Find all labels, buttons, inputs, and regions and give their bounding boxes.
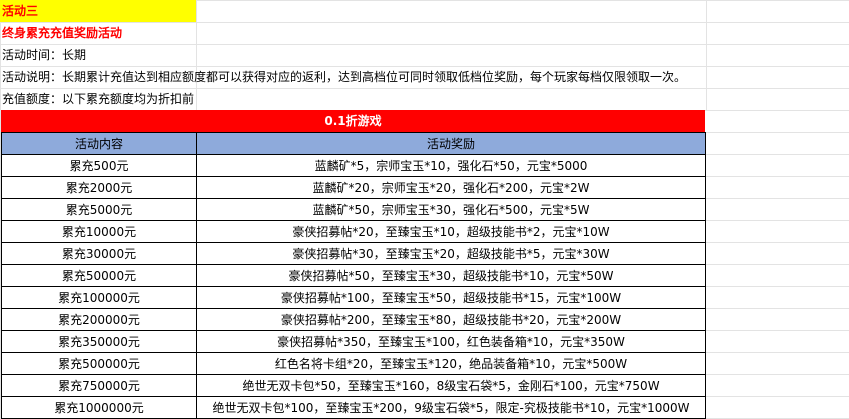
recharge-amount-cell[interactable]: 累充350000元: [1, 330, 197, 353]
reward-cell[interactable]: 豪侠招募帖*50，至臻宝玉*30，超级技能书*10，元宝*50W: [196, 264, 706, 287]
activity-subtitle[interactable]: 终身累充充值奖励活动: [0, 22, 122, 44]
recharge-amount-cell[interactable]: 累充500000元: [1, 352, 197, 375]
reward-cell[interactable]: 豪侠招募帖*350，至臻宝玉*100，红色装备箱*10，元宝*350W: [196, 330, 706, 353]
column-divider: [196, 0, 197, 110]
reward-cell[interactable]: 红色名将卡组*20，至臻宝玉*120，绝品装备箱*10，元宝*500W: [196, 352, 706, 375]
table-row: 累充50000元 豪侠招募帖*50，至臻宝玉*30，超级技能书*10，元宝*50W: [1, 264, 706, 287]
activity-description[interactable]: 活动说明：长期累计充值达到相应额度都可以获得对应的返利，达到高档位可同时领取低档…: [0, 66, 686, 88]
recharge-amount-cell[interactable]: 累充5000元: [1, 198, 197, 221]
reward-cell[interactable]: 豪侠招募帖*20，至臻宝玉*10，超级技能书*2，元宝*10W: [196, 220, 706, 243]
recharge-amount-cell[interactable]: 累充30000元: [1, 242, 197, 265]
table-body: 累充500元 蓝麟矿*5，宗师宝玉*10，强化石*50，元宝*5000 累充2000…: [1, 154, 706, 419]
table-row: 累充500000元 红色名将卡组*20，至臻宝玉*120，绝品装备箱*10，元宝*…: [1, 352, 706, 375]
table-header-row: 活动内容 活动奖励: [1, 132, 706, 155]
reward-cell[interactable]: 绝世无双卡包*100，至臻宝玉*200，9级宝石袋*5，限定-究极技能书*10，…: [196, 396, 706, 419]
reward-cell[interactable]: 蓝麟矿*50，宗师宝玉*30，强化石*500，元宝*5W: [196, 198, 706, 221]
column-divider: [706, 0, 707, 110]
table-row: 累充5000元 蓝麟矿*50，宗师宝玉*30，强化石*500，元宝*5W: [1, 198, 706, 221]
header-reward[interactable]: 活动奖励: [196, 132, 706, 155]
amount-note[interactable]: 充值额度：以下累充额度均为折扣前: [0, 88, 194, 110]
recharge-amount-cell[interactable]: 累充500元: [1, 154, 197, 177]
recharge-amount-cell[interactable]: 累充750000元: [1, 374, 197, 397]
table-row: 累充2000元 蓝麟矿*20，宗师宝玉*20，强化石*200，元宝*2W: [1, 176, 706, 199]
table-row: 累充30000元 豪侠招募帖*30，至臻宝玉*20，超级技能书*5，元宝*30W: [1, 242, 706, 265]
activity-title[interactable]: 活动三: [0, 0, 196, 22]
header-content[interactable]: 活动内容: [1, 132, 197, 155]
recharge-amount-cell[interactable]: 累充50000元: [1, 264, 197, 287]
recharge-amount-cell[interactable]: 累充1000000元: [1, 396, 197, 419]
reward-table: 活动内容 活动奖励 累充500元 蓝麟矿*5，宗师宝玉*10，强化石*50，元宝*…: [1, 132, 706, 419]
table-row: 累充350000元 豪侠招募帖*350，至臻宝玉*100，红色装备箱*10，元宝*…: [1, 330, 706, 353]
recharge-amount-cell[interactable]: 累充100000元: [1, 286, 197, 309]
reward-cell[interactable]: 蓝麟矿*5，宗师宝玉*10，强化石*50，元宝*5000: [196, 154, 706, 177]
reward-cell[interactable]: 绝世无双卡包*50，至臻宝玉*160，8级宝石袋*5，金刚石*100，元宝*75…: [196, 374, 706, 397]
table-row: 累充200000元 豪侠招募帖*200，至臻宝玉*80，超级技能书*20，元宝*2…: [1, 308, 706, 331]
recharge-amount-cell[interactable]: 累充200000元: [1, 308, 197, 331]
reward-cell[interactable]: 蓝麟矿*20，宗师宝玉*20，强化石*200，元宝*2W: [196, 176, 706, 199]
reward-cell[interactable]: 豪侠招募帖*200，至臻宝玉*80，超级技能书*20，元宝*200W: [196, 308, 706, 331]
table-banner[interactable]: 0.1折游戏: [1, 110, 705, 132]
recharge-amount-cell[interactable]: 累充10000元: [1, 220, 197, 243]
recharge-amount-cell[interactable]: 累充2000元: [1, 176, 197, 199]
table-row: 累充100000元 豪侠招募帖*100，至臻宝玉*50，超级技能书*15，元宝*1…: [1, 286, 706, 309]
activity-time[interactable]: 活动时间：长期: [0, 44, 86, 66]
table-row: 累充750000元 绝世无双卡包*50，至臻宝玉*160，8级宝石袋*5，金刚石*…: [1, 374, 706, 397]
table-row: 累充1000000元 绝世无双卡包*100，至臻宝玉*200，9级宝石袋*5，限定…: [1, 396, 706, 419]
table-row: 累充500元 蓝麟矿*5，宗师宝玉*10，强化石*50，元宝*5000: [1, 154, 706, 177]
table-row: 累充10000元 豪侠招募帖*20，至臻宝玉*10，超级技能书*2，元宝*10W: [1, 220, 706, 243]
reward-cell[interactable]: 豪侠招募帖*100，至臻宝玉*50，超级技能书*15，元宝*100W: [196, 286, 706, 309]
reward-cell[interactable]: 豪侠招募帖*30，至臻宝玉*20，超级技能书*5，元宝*30W: [196, 242, 706, 265]
